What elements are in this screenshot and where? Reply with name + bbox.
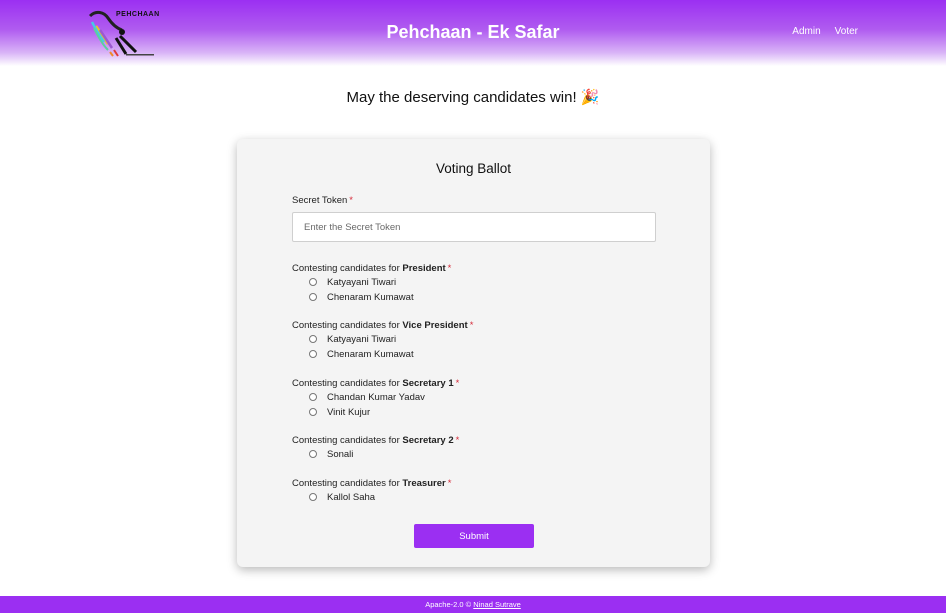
radio-button[interactable] [309,335,317,344]
candidate-name[interactable]: Chandan Kumar Yadav [327,392,425,403]
radio-button[interactable] [309,408,317,417]
candidate-option[interactable]: Sonali [309,447,459,461]
secret-token-label: Secret Token * [292,195,353,206]
group-prefix: Contesting candidates for [292,320,400,331]
candidate-group-secretary-1: Contesting candidates for Secretary 1 * C… [292,378,459,419]
group-heading: Contesting candidates for Vice President… [292,320,473,331]
candidate-name[interactable]: Katyayani Tiwari [327,334,396,345]
radio-button[interactable] [309,293,317,302]
submit-button[interactable]: Submit [414,524,534,548]
candidate-group-secretary-2: Contesting candidates for Secretary 2 * S… [292,435,459,461]
candidate-option[interactable]: Katyayani Tiwari [309,275,451,289]
radio-button[interactable] [309,493,317,502]
candidate-name[interactable]: Katyayani Tiwari [327,277,396,288]
logo-text: PEHCHAAN [116,11,160,18]
group-heading: Contesting candidates for Treasurer * [292,478,451,489]
radio-button[interactable] [309,450,317,459]
radio-button[interactable] [309,350,317,359]
group-position: Secretary 2 [402,435,454,446]
radio-button[interactable] [309,393,317,402]
required-mark: * [455,435,460,446]
candidate-option[interactable]: Chandan Kumar Yadav [309,390,459,404]
footer-license: Apache-2.0 © [425,600,472,609]
candidate-option[interactable]: Vinit Kujur [309,405,459,419]
voting-ballot-card: Voting Ballot Secret Token* Contesting c… [237,139,710,567]
group-prefix: Contesting candidates for [292,478,400,489]
group-prefix: Contesting candidates for [292,435,400,446]
secret-token-label-text: Secret Token [292,195,348,206]
group-position: Vice President [402,320,468,331]
top-nav: Admin Voter [792,26,858,37]
candidate-option[interactable]: Chenaram Kumawat [309,290,451,304]
ballot-title: Voting Ballot [435,161,512,176]
nav-admin-link[interactable]: Admin [792,26,820,37]
candidate-name[interactable]: Chenaram Kumawat [327,292,414,303]
footer: Apache-2.0 © Ninad Sutrave [0,596,946,613]
candidate-option[interactable]: Chenaram Kumawat [309,347,473,361]
group-position: Treasurer [402,478,446,489]
candidate-option[interactable]: Kallol Saha [309,490,451,504]
candidate-name[interactable]: Sonali [327,449,353,460]
radio-button[interactable] [309,278,317,287]
header: PEHCHAAN Pehchaan - Ek Safar Admin Voter [0,0,946,66]
required-mark: * [349,195,353,206]
footer-author-link[interactable]: Ninad Sutrave [473,600,521,609]
candidate-option[interactable]: Katyayani Tiwari [309,332,473,346]
required-mark: * [455,378,460,389]
candidate-name[interactable]: Chenaram Kumawat [327,349,414,360]
group-heading: Contesting candidates for President * [292,263,451,274]
candidate-name[interactable]: Kallol Saha [327,492,375,503]
candidate-name[interactable]: Vinit Kujur [327,407,370,418]
group-position: President [402,263,446,274]
group-position: Secretary 1 [402,378,454,389]
tagline: May the deserving candidates win! 🎉 [346,89,600,106]
group-prefix: Contesting candidates for [292,263,400,274]
required-mark: * [447,263,452,274]
candidate-group-vice-president: Contesting candidates for Vice President… [292,320,473,361]
required-mark: * [447,478,452,489]
candidate-group-president: Contesting candidates for President * Kat… [292,263,451,304]
group-prefix: Contesting candidates for [292,378,400,389]
secret-token-input[interactable] [292,212,656,242]
candidate-group-treasurer: Contesting candidates for Treasurer * Kal… [292,478,451,504]
group-heading: Contesting candidates for Secretary 2 * [292,435,459,446]
group-heading: Contesting candidates for Secretary 1 * [292,378,459,389]
nav-voter-link[interactable]: Voter [835,26,858,37]
required-mark: * [469,320,474,331]
